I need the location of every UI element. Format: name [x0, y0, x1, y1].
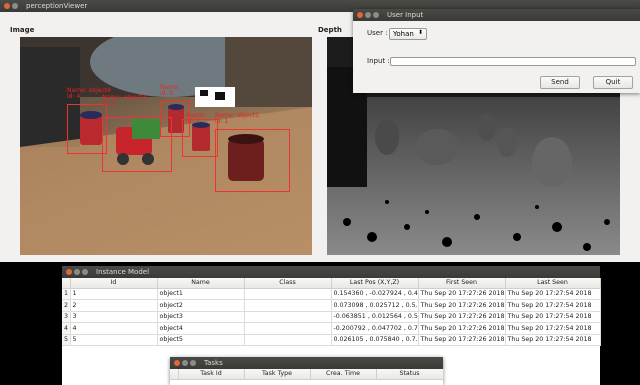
column-header-status[interactable]: Status	[376, 369, 444, 380]
column-header-id[interactable]: Id	[70, 278, 158, 289]
cell-first-seen[interactable]: Thu Sep 20 17:27:26 2018	[418, 334, 506, 346]
tasks-titlebar[interactable]: Tasks	[170, 357, 443, 369]
maximize-icon[interactable]	[373, 12, 379, 18]
table-row[interactable]: 4 4 object4 -0.200792 , 0.047702 , 0.7..…	[62, 322, 601, 335]
tasks-title: Tasks	[204, 359, 223, 367]
bbox-label-object1: Name: object1 id: 1	[215, 112, 259, 125]
cell-class[interactable]	[244, 322, 332, 335]
cell-first-seen[interactable]: Thu Sep 20 17:27:26 2018	[418, 311, 506, 323]
corner-header	[170, 369, 179, 380]
cell-first-seen[interactable]: Thu Sep 20 17:27:26 2018	[418, 299, 506, 312]
cell-last-seen[interactable]: Thu Sep 20 17:27:54 2018	[505, 322, 601, 335]
table-row[interactable]: 3 3 object3 -0.063851 , 0.012564 , 0.5..…	[62, 311, 601, 323]
cell-class[interactable]	[244, 311, 332, 323]
user-input-window: User Input User : Yohan ⬍ Input : Send Q…	[353, 9, 640, 93]
column-header-creation-time[interactable]: Crea. Time	[310, 369, 377, 380]
cell-id[interactable]: 1	[70, 288, 158, 300]
rgb-image: Name: object4 id: 4 Name: object3 id: 3 …	[20, 37, 312, 255]
cell-name[interactable]: object3	[157, 311, 245, 323]
close-icon[interactable]	[174, 360, 180, 366]
row-number[interactable]: 4	[62, 322, 71, 335]
cell-name[interactable]: object1	[157, 288, 245, 300]
bbox-label-object5: Name: id: 5	[160, 84, 180, 97]
cell-last-pos[interactable]: 0.026105 , 0.075840 , 0.7...	[331, 334, 419, 346]
instance-model-titlebar[interactable]: Instance Model	[62, 266, 600, 278]
cell-class[interactable]	[244, 288, 332, 300]
minimize-icon[interactable]	[182, 360, 188, 366]
bbox-label-object3: Name: object3 id: 3	[102, 94, 146, 107]
row-number[interactable]: 3	[62, 311, 71, 323]
corner-header	[62, 278, 71, 289]
column-header-name[interactable]: Name	[157, 278, 245, 289]
input-label: Input :	[367, 57, 390, 65]
close-icon[interactable]	[357, 12, 363, 18]
tasks-window: Tasks Task Id Task Type Crea. Time Statu…	[170, 357, 444, 385]
row-number[interactable]: 2	[62, 299, 71, 312]
row-number[interactable]: 1	[62, 288, 71, 300]
minimize-icon[interactable]	[12, 3, 18, 9]
bbox-object4	[67, 104, 107, 154]
quit-button[interactable]: Quit	[593, 76, 633, 89]
cell-id[interactable]: 3	[70, 311, 158, 323]
user-select[interactable]: Yohan ⬍	[389, 28, 427, 40]
column-header-class[interactable]: Class	[244, 278, 332, 289]
cell-first-seen[interactable]: Thu Sep 20 17:27:26 2018	[418, 288, 506, 300]
user-input-title: User Input	[387, 11, 424, 19]
user-select-value: Yohan	[393, 30, 414, 38]
image-label: Image	[10, 26, 35, 34]
column-header-task-id[interactable]: Task Id	[178, 369, 245, 380]
column-header-task-type[interactable]: Task Type	[244, 369, 311, 380]
table-row[interactable]: 5 5 object5 0.026105 , 0.075840 , 0.7...…	[62, 334, 601, 346]
close-icon[interactable]	[66, 269, 72, 275]
row-number[interactable]: 5	[62, 334, 71, 346]
cell-last-seen[interactable]: Thu Sep 20 17:27:54 2018	[505, 299, 601, 312]
minimize-icon[interactable]	[74, 269, 80, 275]
cell-id[interactable]: 2	[70, 299, 158, 312]
table-row[interactable]: 1 1 object1 0.154360 , -0.027924 , 0.4..…	[62, 288, 601, 300]
cell-name[interactable]: object5	[157, 334, 245, 346]
input-field[interactable]	[390, 57, 636, 66]
instance-model-title: Instance Model	[96, 268, 150, 276]
cell-last-pos[interactable]: -0.063851 , 0.012564 , 0.5...	[331, 311, 419, 323]
cell-name[interactable]: object2	[157, 299, 245, 312]
viewer-title: perceptionViewer	[26, 2, 88, 10]
cell-name[interactable]: object4	[157, 322, 245, 335]
cell-id[interactable]: 4	[70, 322, 158, 335]
maximize-icon[interactable]	[190, 360, 196, 366]
column-header-last-pos[interactable]: Last Pos (X,Y,Z)	[331, 278, 419, 289]
minimize-icon[interactable]	[365, 12, 371, 18]
cell-last-seen[interactable]: Thu Sep 20 17:27:54 2018	[505, 311, 601, 323]
bbox-object1	[215, 129, 290, 192]
instance-table: Id Name Class Last Pos (X,Y,Z) First See…	[62, 278, 601, 346]
cell-last-pos[interactable]: -0.200792 , 0.047702 , 0.7...	[331, 322, 419, 335]
tasks-table: Task Id Task Type Crea. Time Status	[170, 369, 444, 380]
user-input-titlebar[interactable]: User Input	[353, 9, 640, 21]
column-header-last-seen[interactable]: Last Seen	[505, 278, 601, 289]
cell-class[interactable]	[244, 334, 332, 346]
close-icon[interactable]	[4, 3, 10, 9]
maximize-icon[interactable]	[82, 269, 88, 275]
cell-id[interactable]: 5	[70, 334, 158, 346]
bbox-label-object2: Name: id: 2	[186, 112, 206, 125]
depth-label: Depth	[318, 26, 342, 34]
cell-first-seen[interactable]: Thu Sep 20 17:27:26 2018	[418, 322, 506, 335]
column-header-first-seen[interactable]: First Seen	[418, 278, 506, 289]
table-header-row: Id Name Class Last Pos (X,Y,Z) First See…	[62, 278, 601, 289]
cell-last-pos[interactable]: 0.154360 , -0.027924 , 0.4...	[331, 288, 419, 300]
user-label: User :	[367, 29, 388, 37]
cell-last-seen[interactable]: Thu Sep 20 17:27:54 2018	[505, 288, 601, 300]
send-button[interactable]: Send	[540, 76, 580, 89]
table-row[interactable]: 2 2 object2 0.073098 , 0.025712 , 0.5...…	[62, 299, 601, 312]
tasks-header-row: Task Id Task Type Crea. Time Status	[170, 369, 444, 380]
cell-last-pos[interactable]: 0.073098 , 0.025712 , 0.5...	[331, 299, 419, 312]
cell-last-seen[interactable]: Thu Sep 20 17:27:54 2018	[505, 334, 601, 346]
cell-class[interactable]	[244, 299, 332, 312]
updown-icon: ⬍	[417, 29, 423, 36]
